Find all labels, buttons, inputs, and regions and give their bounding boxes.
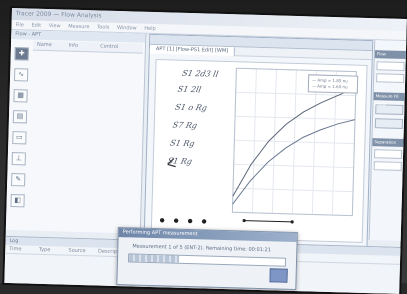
section-separation[interactable]: Separation <box>372 138 405 148</box>
annotation-3: S1 o Rg <box>174 102 208 113</box>
annotation-2: S1 2ll <box>176 84 203 95</box>
document-window: APT [1] [Flow-PS1 Edit] [WM] S1 2d3 ll S… <box>143 33 374 248</box>
section-flow[interactable]: Flow <box>374 50 407 60</box>
menu-view[interactable]: View <box>49 23 61 29</box>
log-col-time[interactable]: Time <box>5 245 33 254</box>
annotation-4: S7 Rg <box>171 120 198 131</box>
legend-label-1: Amp = 1.85 nu <box>317 77 348 84</box>
progress-fill <box>128 254 180 263</box>
pen-icon[interactable]: ✎ <box>11 173 26 187</box>
marker-dot-4[interactable] <box>201 219 207 224</box>
marker-dot-1[interactable] <box>159 218 165 223</box>
col-control[interactable]: Control <box>96 42 126 52</box>
menu-edit[interactable]: Edit <box>31 23 41 29</box>
plot-area[interactable]: S1 2d3 ll S1 2ll S1 o Rg S7 Rg S1 Rg S1 … <box>150 59 368 243</box>
project-table-header: Name Info Control <box>32 40 144 54</box>
property-field-1[interactable] <box>376 61 405 71</box>
pointer-icon[interactable]: ✚ <box>14 47 29 61</box>
range-handle-2[interactable] <box>290 220 294 224</box>
range-segment[interactable] <box>244 220 293 223</box>
property-button-2[interactable] <box>374 118 404 129</box>
grid-icon[interactable]: ▤ <box>12 110 28 124</box>
table-icon[interactable]: ▦ <box>13 89 28 103</box>
col-name[interactable]: Name <box>33 41 63 51</box>
annotation-6: S1 Rg <box>166 156 193 167</box>
cancel-button[interactable] <box>269 268 288 283</box>
log-col-type[interactable]: Type <box>35 246 63 255</box>
annotation-5: S1 Rg <box>169 138 196 149</box>
monitor-screen: Tracer 2009 — Flow Analysis File Edit Vi… <box>4 8 407 294</box>
document-tab[interactable]: APT [1] [Flow-PS1 Edit] [WM] <box>149 44 236 57</box>
curve-icon[interactable]: ∿ <box>13 68 29 82</box>
project-panel: Flow - APT Name Info Control ✚ ∿ ▦ ▤ ▭ ⊥… <box>5 29 147 234</box>
legend-entry-2: — Amp = 1.60 nu <box>312 83 354 90</box>
app-title: Tracer 2009 — Flow Analysis <box>15 10 102 20</box>
annotation-1: S1 2d3 ll <box>181 68 220 79</box>
folder-icon[interactable]: ▭ <box>12 131 27 145</box>
axis-icon[interactable]: ⊥ <box>11 152 26 166</box>
menu-window[interactable]: Window <box>117 25 137 32</box>
chart-icon[interactable]: ◧ <box>10 194 25 208</box>
measurement-dialog: Performing APT measurement Measurement 1… <box>116 227 298 291</box>
menu-file[interactable]: File <box>15 22 24 28</box>
menu-help[interactable]: Help <box>144 26 156 32</box>
marker-dot-3[interactable] <box>187 218 193 224</box>
range-handle-1[interactable] <box>242 218 246 223</box>
legend-label-2: Amp = 1.60 nu <box>317 83 348 90</box>
properties-panel: Flow Measure FE Mode Separation <box>368 40 407 241</box>
col-info[interactable]: Info <box>64 41 94 51</box>
property-field-3[interactable] <box>373 149 403 159</box>
menu-measure[interactable]: Measure <box>68 24 89 31</box>
menu-tools[interactable]: Tools <box>97 24 109 30</box>
property-field-2[interactable] <box>376 73 405 83</box>
log-col-source[interactable]: Source <box>64 247 92 256</box>
tool-column: ✚ ∿ ▦ ▤ ▭ ⊥ ✎ ◧ <box>8 44 31 215</box>
marker-dot-2[interactable] <box>173 218 179 223</box>
chart-legend[interactable]: — Amp = 1.85 nu — Amp = 1.60 nu <box>307 74 359 94</box>
property-field-4[interactable] <box>373 161 402 171</box>
section-measure[interactable]: Measure FE Mode <box>373 92 406 106</box>
